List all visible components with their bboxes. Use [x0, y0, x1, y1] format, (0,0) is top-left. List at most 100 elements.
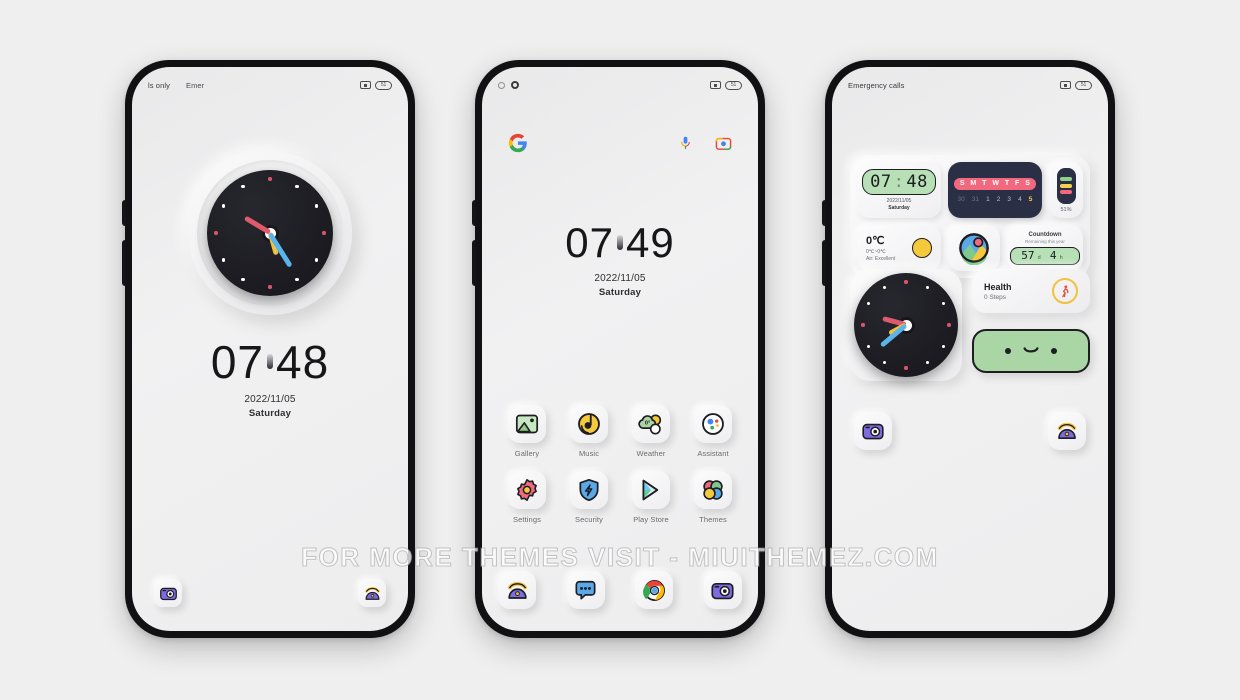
settings-tile[interactable] — [508, 471, 546, 509]
health-title: Health — [984, 281, 1012, 292]
face-eye-right — [1051, 348, 1057, 354]
camera-tile[interactable] — [154, 579, 182, 607]
chrome-icon — [642, 579, 665, 601]
calendar-weekday-header: S M T W T F S — [954, 177, 1036, 190]
app-play-store[interactable]: Play Store — [622, 471, 680, 524]
phone-shortcut[interactable] — [1048, 412, 1086, 450]
phone-icon — [1057, 422, 1077, 439]
hour-tick-accent — [861, 323, 865, 327]
phone-tile[interactable] — [1048, 412, 1086, 450]
countdown-hours-unit: h — [1059, 255, 1063, 261]
homescreen-time: 07 49 — [565, 222, 674, 264]
calendar-date: 30 — [957, 195, 965, 203]
app-themes[interactable]: Themes — [684, 471, 742, 524]
countdown-widget[interactable]: Countdown Remaining this year 57 d 4 h — [1007, 225, 1083, 271]
play-store-tile[interactable] — [632, 471, 670, 509]
app-label: Music — [578, 449, 600, 458]
volume-button[interactable] — [122, 200, 126, 226]
time-separator-icon — [267, 353, 273, 369]
music-icon — [578, 413, 600, 435]
themes-tile[interactable] — [694, 471, 732, 509]
volume-button[interactable] — [822, 200, 826, 226]
camera-icon — [711, 582, 735, 599]
analog-clock-bezel — [188, 151, 352, 315]
countdown-subtitle: Remaining this year — [1025, 238, 1065, 244]
phone-tile[interactable] — [358, 579, 386, 607]
google-g-icon[interactable] — [508, 133, 528, 153]
hour-tick — [941, 344, 945, 349]
mute-icon — [1060, 81, 1071, 89]
gallery-icon — [515, 414, 539, 434]
assistant-tile[interactable] — [694, 405, 732, 443]
play-store-icon — [642, 479, 659, 501]
calendar-weekday: W — [992, 180, 1000, 187]
microphone-icon[interactable] — [678, 134, 693, 152]
face-eye-left — [1005, 348, 1011, 354]
analog-clock-widget[interactable] — [188, 151, 352, 315]
dock-phone[interactable] — [498, 571, 536, 609]
analog-clock-dial — [207, 170, 333, 296]
gallery-tile[interactable] — [508, 405, 546, 443]
calendar-date: 1 — [986, 195, 990, 203]
app-music[interactable]: Music — [560, 405, 618, 458]
walking-ring — [1052, 278, 1078, 304]
phone-shortcut[interactable] — [358, 579, 386, 607]
statusbar-widgetscreen: Emergency calls 51 — [832, 67, 1108, 97]
gear-light-icon — [498, 81, 505, 89]
weather-tile[interactable]: 0° — [632, 405, 670, 443]
weather-widget[interactable]: 0℃ 0℃~0℃ Air: Excellent — [857, 225, 941, 271]
security-tile[interactable] — [570, 471, 608, 509]
hour-tick — [315, 258, 319, 262]
analog-clock-ring — [197, 160, 343, 306]
hour-tick — [295, 278, 299, 282]
power-button[interactable] — [472, 240, 476, 286]
app-settings[interactable]: Settings — [498, 471, 556, 524]
health-widget[interactable]: Health 0 Steps — [972, 269, 1090, 313]
hour-tick-accent — [947, 323, 951, 327]
analog-clock-dial — [854, 273, 958, 377]
calendar-widget[interactable]: S M T W T F S 30 31 1 2 3 4 5 — [948, 162, 1042, 218]
dock-chrome[interactable] — [635, 571, 674, 609]
app-security[interactable]: Security — [560, 471, 618, 524]
battery-indicator: 51 — [375, 80, 392, 90]
countdown-days: 57 — [1021, 249, 1035, 262]
clock-widget[interactable]: 07 : 48 2022/11/05 Saturday — [857, 162, 941, 218]
battery-widget[interactable]: 51% — [1049, 162, 1083, 218]
power-button[interactable] — [822, 240, 826, 286]
calendar-date: 3 — [1007, 195, 1012, 203]
calendar-weekday: S — [1025, 180, 1031, 187]
camera-tile[interactable] — [854, 412, 892, 450]
emergency-label: Emer — [185, 80, 205, 90]
clock-separator: : — [893, 172, 905, 192]
digital-clock-lockscreen: 07 48 2022/11/05 Saturday — [132, 339, 408, 419]
dock-messages[interactable] — [566, 571, 605, 609]
widget-row-2: 0℃ 0℃~0℃ Air: Excellent Countdown Remain… — [857, 225, 1083, 271]
weather-temp: 0℃ — [866, 234, 885, 247]
volume-button[interactable] — [472, 200, 476, 226]
app-label: Gallery — [514, 449, 540, 458]
countdown-lcd: 57 d 4 h — [1010, 246, 1080, 265]
photo-widget[interactable] — [948, 225, 1000, 271]
calendar-dates: 30 31 1 2 3 4 5 — [954, 196, 1036, 203]
power-button[interactable] — [122, 240, 126, 286]
camera-shortcut[interactable] — [854, 412, 892, 450]
dock-camera[interactable] — [703, 571, 742, 609]
app-gallery[interactable]: Gallery — [498, 405, 556, 458]
home-screen: 51 07 49 2022/11/05 Saturday Gallery Mus… — [482, 67, 758, 631]
app-label: Security — [575, 515, 603, 524]
music-tile[interactable] — [570, 405, 608, 443]
dock — [498, 571, 742, 609]
google-search-bar[interactable] — [508, 133, 732, 153]
hour-tick — [241, 184, 245, 188]
clock-hours: 07 — [870, 172, 892, 192]
app-weather[interactable]: 0° Weather — [622, 405, 680, 458]
hour-hand — [243, 215, 272, 236]
smiley-face-widget[interactable] — [972, 329, 1090, 373]
emergency-label: Emergency calls — [848, 80, 905, 90]
hour-tick — [241, 278, 245, 282]
countdown-days-unit: d — [1037, 255, 1041, 261]
analog-clock-widget[interactable] — [850, 269, 962, 381]
app-assistant[interactable]: Assistant — [684, 405, 742, 458]
camera-shortcut[interactable] — [154, 579, 182, 607]
google-lens-icon[interactable] — [715, 135, 732, 152]
